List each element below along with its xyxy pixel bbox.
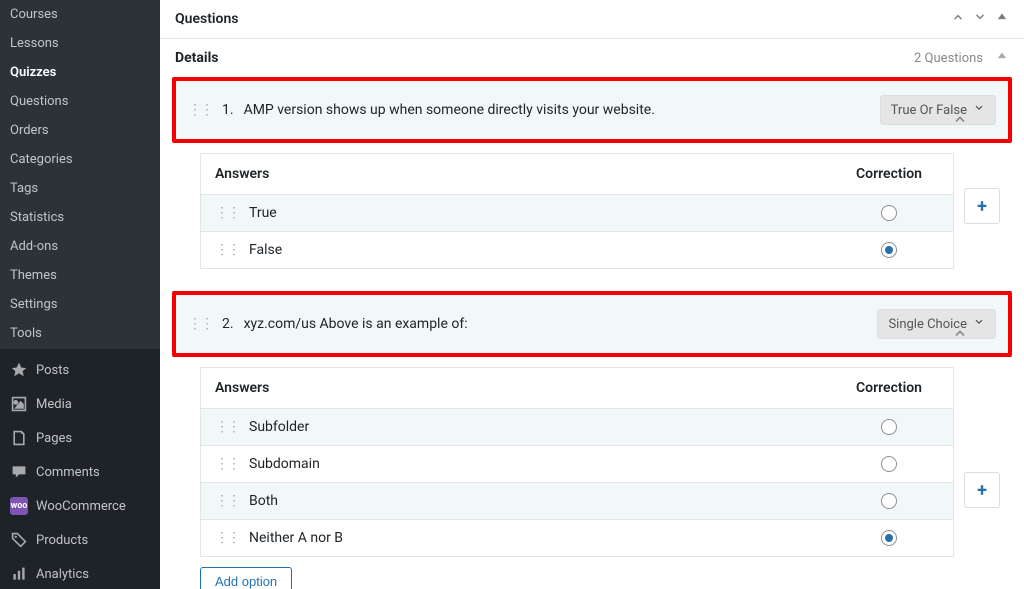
drag-handle-icon[interactable]: ⋮⋮ xyxy=(188,316,212,332)
page-icon xyxy=(10,429,28,447)
panel-header: Questions xyxy=(160,0,1024,39)
answer-text[interactable]: Subfolder xyxy=(249,419,839,435)
answer-text[interactable]: Neither A nor B xyxy=(249,530,839,546)
product-icon xyxy=(10,531,28,549)
correction-radio[interactable] xyxy=(881,493,897,509)
collapse-up-icon[interactable] xyxy=(995,49,1009,67)
question-highlight: ⋮⋮ 2. xyz.com/us Above is an example of:… xyxy=(172,291,1012,357)
question-highlight: ⋮⋮ 1. AMP version shows up when someone … xyxy=(172,77,1012,143)
details-bar: Details 2 Questions xyxy=(160,39,1024,77)
drag-handle-icon[interactable]: ⋮⋮ xyxy=(215,493,239,509)
answer-text[interactable]: Both xyxy=(249,493,839,509)
answer-row: ⋮⋮ Neither A nor B xyxy=(201,520,953,556)
sidebar-item-settings[interactable]: Settings xyxy=(0,290,160,319)
chevron-up-icon[interactable] xyxy=(914,111,1006,131)
panel-title: Questions xyxy=(175,11,238,27)
answer-row: ⋮⋮ False xyxy=(201,232,953,268)
analytics-icon xyxy=(10,565,28,583)
question-number: 1. xyxy=(222,102,234,118)
chevron-down-icon[interactable] xyxy=(973,10,987,28)
collapse-up-icon[interactable] xyxy=(995,10,1009,28)
sidebar-item-statistics[interactable]: Statistics xyxy=(0,203,160,232)
questions-body: ⋮⋮ 1. AMP version shows up when someone … xyxy=(160,77,1024,589)
question-number: 2. xyxy=(222,316,234,332)
correction-radio[interactable] xyxy=(881,530,897,546)
answer-row: ⋮⋮ True xyxy=(201,195,953,232)
sidebar-item-addons[interactable]: Add-ons xyxy=(0,232,160,261)
add-answer-button[interactable]: + xyxy=(964,472,1000,508)
correction-radio[interactable] xyxy=(881,419,897,435)
answers-col-header: Answers xyxy=(215,380,839,396)
chevron-up-icon[interactable] xyxy=(951,10,965,28)
answer-text[interactable]: False xyxy=(249,242,839,258)
comment-icon xyxy=(10,463,28,481)
main-content: Questions Details 2 Questions ⋮⋮ 1. AMP … xyxy=(160,0,1024,589)
drag-handle-icon[interactable]: ⋮⋮ xyxy=(215,242,239,258)
answer-text[interactable]: True xyxy=(249,205,839,221)
sidebar-item-label: WooCommerce xyxy=(36,499,126,514)
sidebar-item-analytics[interactable]: Analytics xyxy=(0,557,160,589)
sidebar-item-label: Comments xyxy=(36,465,100,480)
correction-radio[interactable] xyxy=(881,205,897,221)
questions-count: 2 Questions xyxy=(914,49,1009,67)
sidebar-item-questions[interactable]: Questions xyxy=(0,87,160,116)
sidebar-item-categories[interactable]: Categories xyxy=(0,145,160,174)
answer-row: ⋮⋮ Subfolder xyxy=(201,409,953,446)
sidebar-item-orders[interactable]: Orders xyxy=(0,116,160,145)
answers-header: Answers Correction xyxy=(201,368,953,409)
sidebar-item-label: Posts xyxy=(36,363,69,378)
question-row: ⋮⋮ 2. xyz.com/us Above is an example of:… xyxy=(176,295,1008,353)
question-text[interactable]: xyz.com/us Above is an example of: xyxy=(244,316,868,332)
answers-header: Answers Correction xyxy=(201,154,953,195)
answer-row: ⋮⋮ Both xyxy=(201,483,953,520)
sidebar-item-label: Products xyxy=(36,533,88,548)
correction-col-header: Correction xyxy=(839,166,939,182)
sidebar-item-tools[interactable]: Tools xyxy=(0,319,160,348)
sidebar-item-media[interactable]: Media xyxy=(0,387,160,421)
sidebar-item-products[interactable]: Products xyxy=(0,523,160,557)
sidebar-item-themes[interactable]: Themes xyxy=(0,261,160,290)
drag-handle-icon[interactable]: ⋮⋮ xyxy=(215,419,239,435)
drag-handle-icon[interactable]: ⋮⋮ xyxy=(188,102,212,118)
question-text[interactable]: AMP version shows up when someone direct… xyxy=(244,102,870,118)
panel-controls xyxy=(951,10,1009,28)
sidebar-item-tags[interactable]: Tags xyxy=(0,174,160,203)
answers-container: Answers Correction ⋮⋮ Subfolder ⋮⋮ Subdo… xyxy=(172,357,1012,557)
drag-handle-icon[interactable]: ⋮⋮ xyxy=(215,205,239,221)
question-wrapper: ⋮⋮ 2. xyz.com/us Above is an example of:… xyxy=(172,291,1012,589)
question-row: ⋮⋮ 1. AMP version shows up when someone … xyxy=(176,81,1008,139)
answers-col-header: Answers xyxy=(215,166,839,182)
correction-radio[interactable] xyxy=(881,242,897,258)
details-label: Details xyxy=(175,50,219,66)
sidebar-item-posts[interactable]: Posts xyxy=(0,353,160,387)
drag-handle-icon[interactable]: ⋮⋮ xyxy=(215,456,239,472)
drag-handle-icon[interactable]: ⋮⋮ xyxy=(215,530,239,546)
sidebar-item-pages[interactable]: Pages xyxy=(0,421,160,455)
sidebar-item-woocommerce[interactable]: woo WooCommerce xyxy=(0,489,160,523)
answers-container: Answers Correction ⋮⋮ True ⋮⋮ False + xyxy=(172,143,1012,269)
admin-sidebar: Courses Lessons Quizzes Questions Orders… xyxy=(0,0,160,589)
correction-col-header: Correction xyxy=(839,380,939,396)
add-answer-button[interactable]: + xyxy=(964,188,1000,224)
answer-text[interactable]: Subdomain xyxy=(249,456,839,472)
pin-icon xyxy=(10,361,28,379)
answer-row: ⋮⋮ Subdomain xyxy=(201,446,953,483)
answers-table: Answers Correction ⋮⋮ Subfolder ⋮⋮ Subdo… xyxy=(200,367,954,557)
sidebar-item-lessons[interactable]: Lessons xyxy=(0,29,160,58)
sidebar-item-comments[interactable]: Comments xyxy=(0,455,160,489)
add-option-button[interactable]: Add option xyxy=(200,567,292,589)
sidebar-item-courses[interactable]: Courses xyxy=(0,0,160,29)
media-icon xyxy=(10,395,28,413)
sidebar-item-quizzes[interactable]: Quizzes xyxy=(0,58,160,87)
sidebar-item-label: Pages xyxy=(36,431,72,446)
answers-table: Answers Correction ⋮⋮ True ⋮⋮ False xyxy=(200,153,954,269)
sidebar-item-label: Media xyxy=(36,397,72,412)
correction-radio[interactable] xyxy=(881,456,897,472)
woo-icon: woo xyxy=(10,497,28,515)
sidebar-item-label: Analytics xyxy=(36,567,89,582)
chevron-up-icon[interactable] xyxy=(914,325,1006,345)
